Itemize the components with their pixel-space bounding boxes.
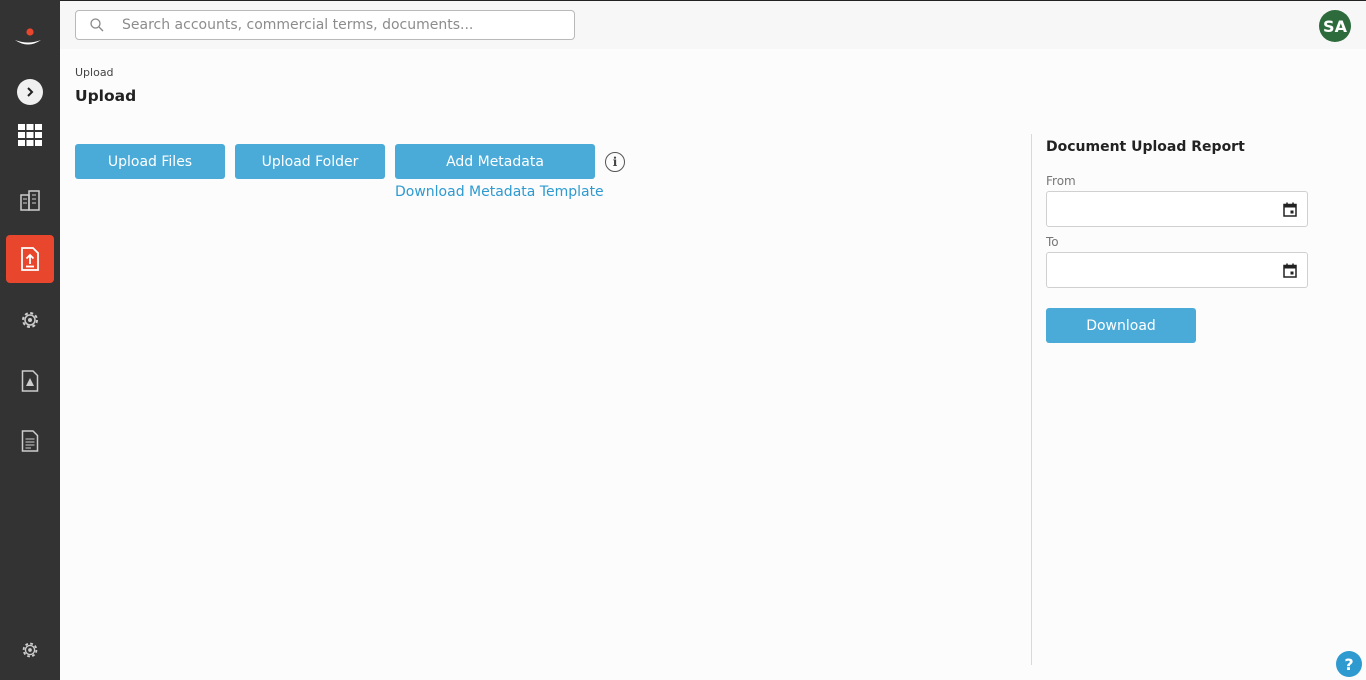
- user-avatar[interactable]: SA: [1319, 10, 1351, 42]
- sidebar-item-settings[interactable]: [6, 296, 54, 344]
- from-date-input[interactable]: [1055, 192, 1275, 226]
- brand-logo[interactable]: [12, 27, 44, 49]
- sidebar-item-alerts[interactable]: [6, 357, 54, 405]
- chevron-right-icon: [17, 79, 43, 105]
- from-date-field[interactable]: [1046, 191, 1308, 227]
- report-title: Document Upload Report: [1046, 139, 1245, 155]
- expand-sidebar-button[interactable]: [6, 68, 54, 116]
- breadcrumb: Upload: [75, 66, 114, 79]
- panel-divider: [1031, 134, 1032, 665]
- sidebar-item-admin-settings[interactable]: [6, 626, 54, 674]
- apps-grid-icon: [18, 124, 42, 146]
- calendar-icon[interactable]: [1283, 202, 1297, 217]
- to-date-field[interactable]: [1046, 252, 1308, 288]
- download-report-button[interactable]: Download: [1046, 308, 1196, 343]
- alert-document-icon: [21, 370, 39, 392]
- sidebar-item-upload[interactable]: [6, 235, 54, 283]
- search-input[interactable]: [122, 11, 562, 39]
- upload-folder-button[interactable]: Upload Folder: [235, 144, 385, 179]
- sidebar-item-reports[interactable]: [6, 417, 54, 465]
- search-box[interactable]: [75, 10, 575, 40]
- add-metadata-button[interactable]: Add Metadata: [395, 144, 595, 179]
- search-icon: [90, 18, 104, 32]
- download-metadata-template-link[interactable]: Download Metadata Template: [395, 184, 604, 200]
- help-button[interactable]: ?: [1336, 651, 1362, 677]
- admin-gear-icon: [22, 642, 38, 658]
- calendar-icon[interactable]: [1283, 263, 1297, 278]
- building-icon: [20, 190, 40, 211]
- page-title: Upload: [75, 87, 137, 105]
- report-document-icon: [21, 430, 39, 452]
- to-label: To: [1046, 235, 1059, 249]
- sidebar-item-accounts[interactable]: [6, 176, 54, 224]
- to-date-input[interactable]: [1055, 253, 1275, 287]
- info-icon[interactable]: i: [605, 152, 625, 172]
- sidebar: [0, 0, 60, 680]
- from-label: From: [1046, 174, 1076, 188]
- apps-grid-button[interactable]: [6, 111, 54, 159]
- upload-files-button[interactable]: Upload Files: [75, 144, 225, 179]
- upload-document-icon: [21, 247, 39, 271]
- top-bar: SA: [60, 0, 1366, 49]
- gear-icon: [22, 312, 38, 328]
